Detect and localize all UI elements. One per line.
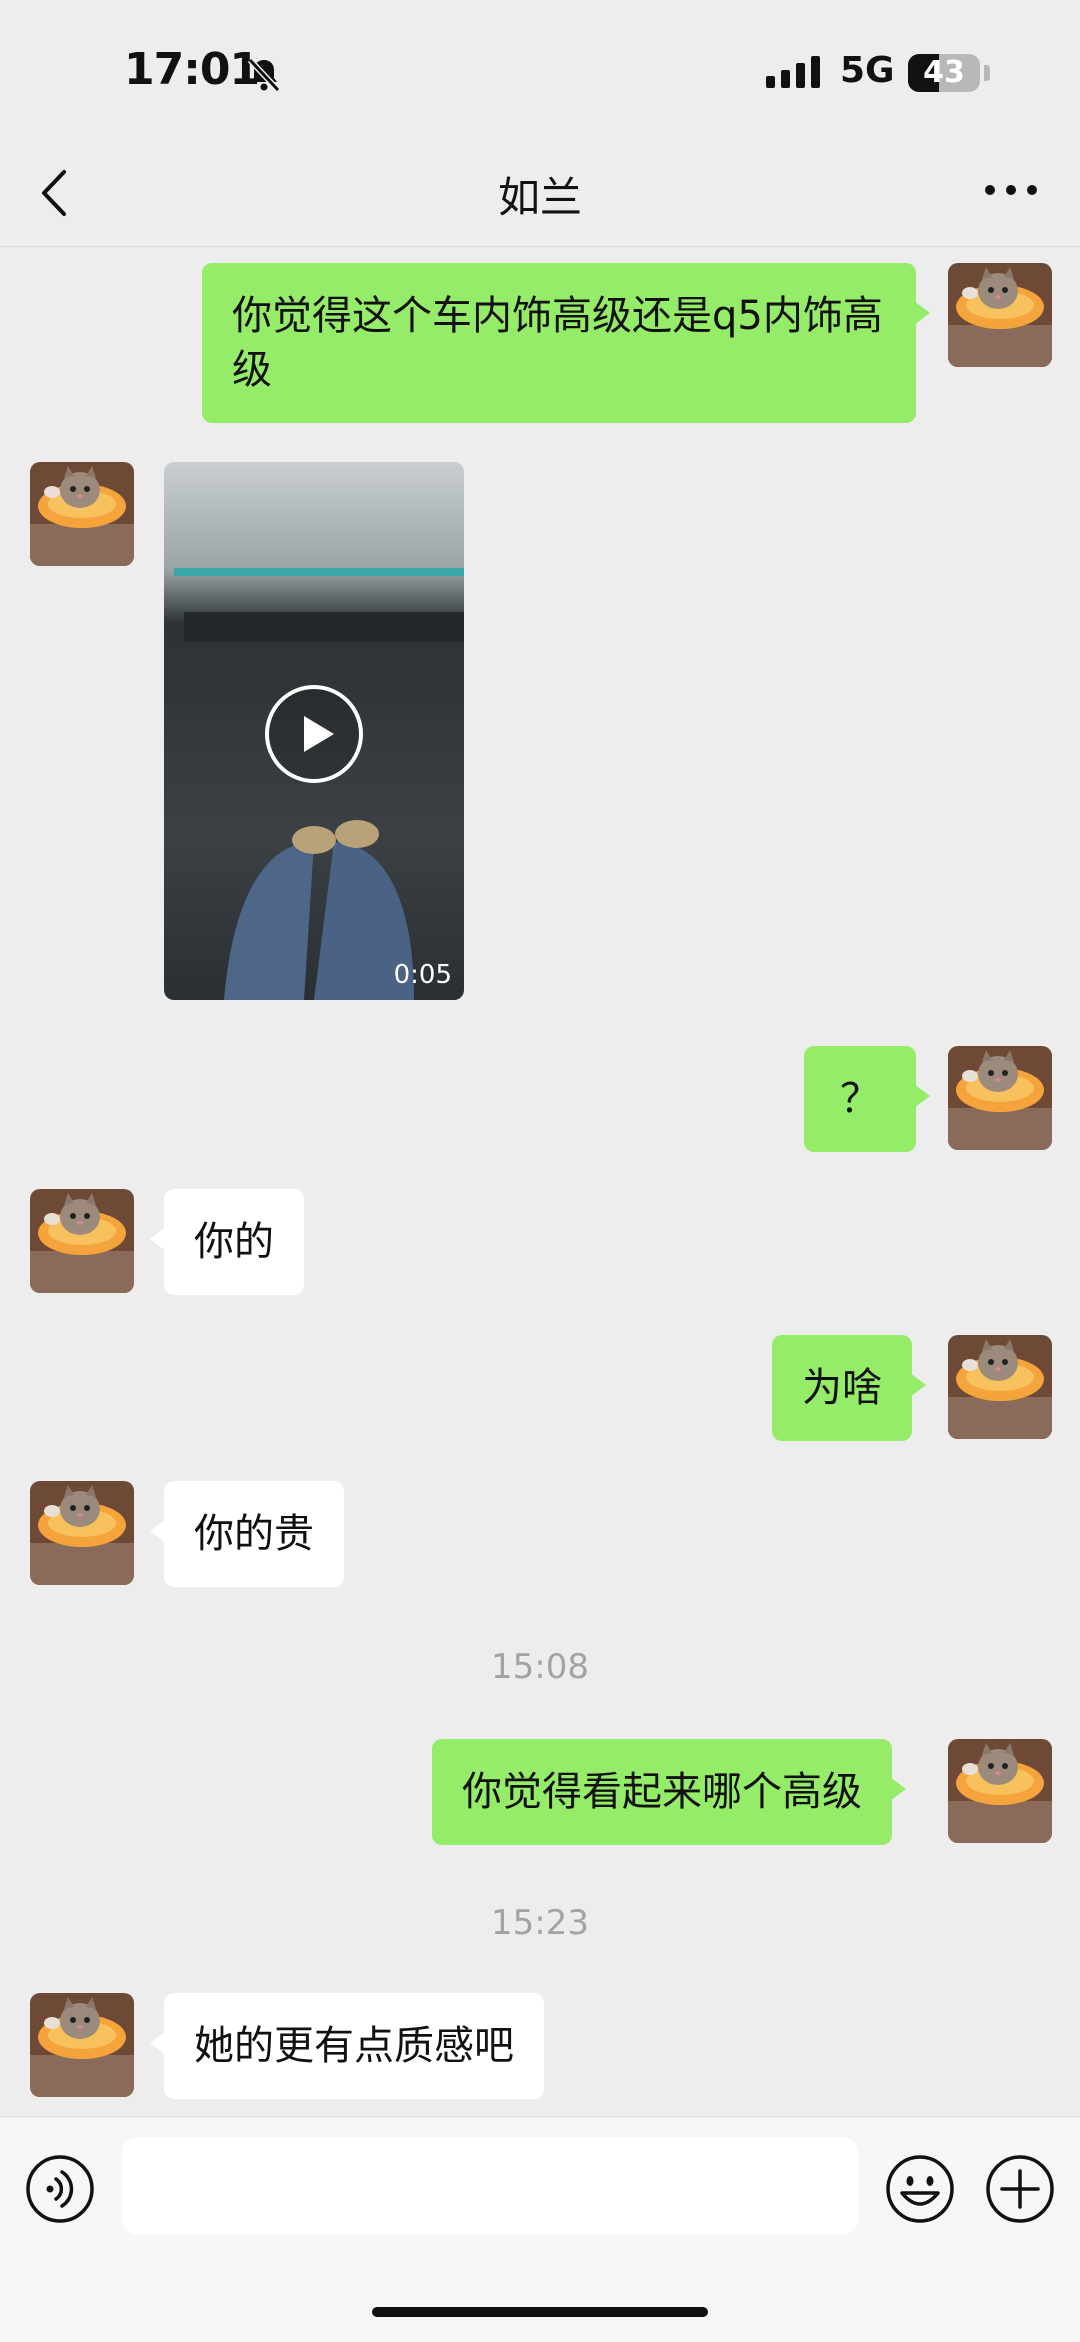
home-indicator [372, 2307, 708, 2317]
status-bar: 17:01 5G 43 [0, 0, 1080, 140]
chat-header: 如兰 [0, 140, 1080, 247]
plus-icon[interactable] [984, 2153, 1056, 2225]
battery-percent: 43 [923, 55, 965, 90]
my-avatar[interactable] [948, 1046, 1052, 1150]
message-bubble-sent[interactable]: 你觉得这个车内饰高级还是q5内饰高级 [202, 263, 930, 423]
battery-icon: 43 [908, 54, 980, 92]
video-duration: 0:05 [393, 960, 452, 990]
my-avatar[interactable] [948, 1739, 1052, 1843]
contact-avatar[interactable] [30, 462, 134, 566]
timestamp: 15:23 [491, 1903, 589, 1943]
contact-avatar[interactable] [30, 1189, 134, 1293]
chat-title: 如兰 [497, 173, 582, 222]
my-avatar[interactable] [948, 1335, 1052, 1439]
message-bubble-sent[interactable]: 为啥 [772, 1335, 926, 1441]
contact-avatar[interactable] [30, 1481, 134, 1585]
my-avatar[interactable] [948, 263, 1052, 367]
message-input[interactable] [122, 2137, 858, 2235]
emoji-icon[interactable] [884, 2153, 956, 2225]
network-type: 5G [840, 50, 895, 91]
play-icon[interactable] [264, 684, 364, 784]
battery-tip [984, 65, 990, 81]
timestamp: 15:08 [491, 1647, 589, 1687]
message-bubble-received[interactable]: 你的贵 [150, 1481, 344, 1587]
message-bubble-received[interactable]: 你的 [150, 1189, 304, 1295]
message-bubble-sent[interactable]: 你觉得看起来哪个高级 [432, 1739, 906, 1845]
more-icon[interactable] [976, 170, 1046, 210]
status-time: 17:01 [124, 44, 260, 95]
bell-slash-icon [247, 57, 281, 93]
message-bubble-sent[interactable]: ？ [804, 1046, 930, 1152]
signal-icon [766, 56, 826, 88]
input-bar [0, 2116, 1080, 2342]
message-list[interactable]: 你觉得这个车内饰高级还是q5内饰高级 0:05 ？ 你的 为啥 你的贵 15:0… [0, 247, 1080, 2115]
video-message[interactable]: 0:05 [164, 462, 464, 1000]
voice-icon[interactable] [24, 2153, 96, 2225]
contact-avatar[interactable] [30, 1993, 134, 2097]
message-bubble-received[interactable]: 她的更有点质感吧 [150, 1993, 544, 2099]
